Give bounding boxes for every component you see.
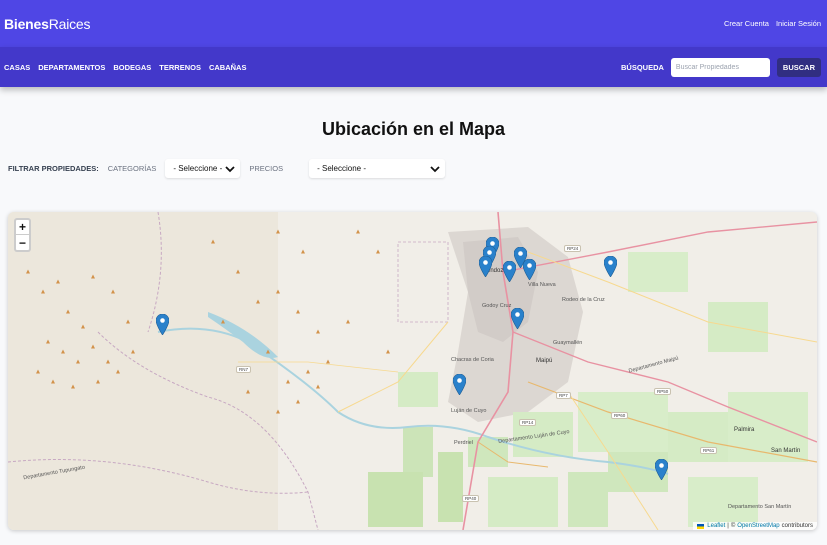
ukraine-flag-icon xyxy=(697,523,705,529)
map-label: Rodeo de la Cruz xyxy=(562,297,605,303)
zoom-control: + − xyxy=(14,218,31,252)
osm-link[interactable]: OpenStreetMap xyxy=(737,523,779,529)
top-bar: Bienes Raices Crear Cuenta Iniciar Sesión xyxy=(0,0,827,47)
road-shield: RN7 xyxy=(236,366,252,373)
zoom-in-button[interactable]: + xyxy=(16,220,29,235)
map-label: Perdriel xyxy=(454,440,473,446)
map-label: Guaymallén xyxy=(553,340,583,346)
login-link[interactable]: Iniciar Sesión xyxy=(776,19,821,28)
property-marker-icon[interactable] xyxy=(511,308,524,329)
map-label: Chacras de Coria xyxy=(451,357,494,363)
nav-link-cabanas[interactable]: CABAÑAS xyxy=(209,63,247,72)
nav-link-bodegas[interactable]: BODEGAS xyxy=(113,63,151,72)
search-form: BÚSQUEDA BUSCAR xyxy=(620,57,821,77)
road-shield: RP50 xyxy=(654,388,672,395)
map-label: Departamento San Martín xyxy=(728,504,792,510)
property-marker-icon[interactable] xyxy=(604,256,617,277)
attribution-contributors: contributors xyxy=(781,523,813,529)
map-tiles[interactable] xyxy=(8,212,817,530)
road-shield: RP40 xyxy=(462,495,480,502)
property-marker-icon[interactable] xyxy=(523,259,536,280)
category-label: CATEGORÍAS xyxy=(107,164,157,173)
attribution-copyright: © xyxy=(730,523,736,529)
property-marker-icon[interactable] xyxy=(156,314,169,335)
nav-link-terrenos[interactable]: TERRENOS xyxy=(159,63,201,72)
category-select-value: - Seleccione - xyxy=(173,164,223,173)
brand-logo[interactable]: Bienes Raices xyxy=(4,15,91,32)
map-container[interactable]: + − Mendoza Villa Nueva Godoy Cruz Rodeo… xyxy=(8,212,817,530)
property-marker-icon[interactable] xyxy=(453,374,466,395)
property-marker-icon[interactable] xyxy=(503,261,516,282)
map-label: Villa Nueva xyxy=(528,282,556,288)
map-label: Maipú xyxy=(536,358,553,364)
nav-link-casas[interactable]: CASAS xyxy=(4,63,30,72)
filters-bar: FILTRAR PROPIEDADES: CATEGORÍAS - Selecc… xyxy=(0,159,827,178)
nav-links: CASAS DEPARTAMENTOS BODEGAS TERRENOS CAB… xyxy=(4,63,246,72)
create-account-link[interactable]: Crear Cuenta xyxy=(724,19,769,28)
search-input[interactable] xyxy=(670,57,770,77)
map-attribution: Leaflet | © OpenStreetMap contributors xyxy=(693,522,817,530)
category-select[interactable]: - Seleccione - xyxy=(165,159,241,178)
map-label: Palmira xyxy=(734,427,755,433)
nav-link-departamentos[interactable]: DEPARTAMENTOS xyxy=(38,63,105,72)
map-label: Luján de Cuyo xyxy=(451,408,487,414)
road-shield: RP24 xyxy=(564,245,582,252)
search-label: BÚSQUEDA xyxy=(620,62,664,72)
zoom-out-button[interactable]: − xyxy=(16,235,29,250)
price-select-value: - Seleccione - xyxy=(317,164,367,173)
road-shield: RP61 xyxy=(700,447,718,454)
price-select[interactable]: - Seleccione - xyxy=(309,159,446,178)
brand-name-light: Raices xyxy=(48,15,91,32)
road-shield: RP14 xyxy=(519,419,537,426)
chevron-down-icon xyxy=(430,165,440,172)
property-marker-icon[interactable] xyxy=(655,459,668,480)
brand-name-bold: Bienes xyxy=(4,15,49,32)
road-shield: RP60 xyxy=(611,412,629,419)
attribution-separator: | xyxy=(727,523,729,529)
property-marker-icon[interactable] xyxy=(479,256,492,277)
price-label: PRECIOS xyxy=(249,164,284,173)
auth-links: Crear Cuenta Iniciar Sesión xyxy=(724,19,821,28)
road-shield: RP7 xyxy=(556,392,571,399)
map-label: Godoy Cruz xyxy=(482,303,512,309)
search-button[interactable]: BUSCAR xyxy=(776,57,821,77)
filter-label: FILTRAR PROPIEDADES: xyxy=(8,164,99,173)
leaflet-link[interactable]: Leaflet xyxy=(707,523,725,529)
category-nav: CASAS DEPARTAMENTOS BODEGAS TERRENOS CAB… xyxy=(0,47,827,87)
chevron-down-icon xyxy=(225,165,235,172)
page-title: Ubicación en el Mapa xyxy=(321,119,506,139)
map-label: San Martín xyxy=(771,448,801,454)
